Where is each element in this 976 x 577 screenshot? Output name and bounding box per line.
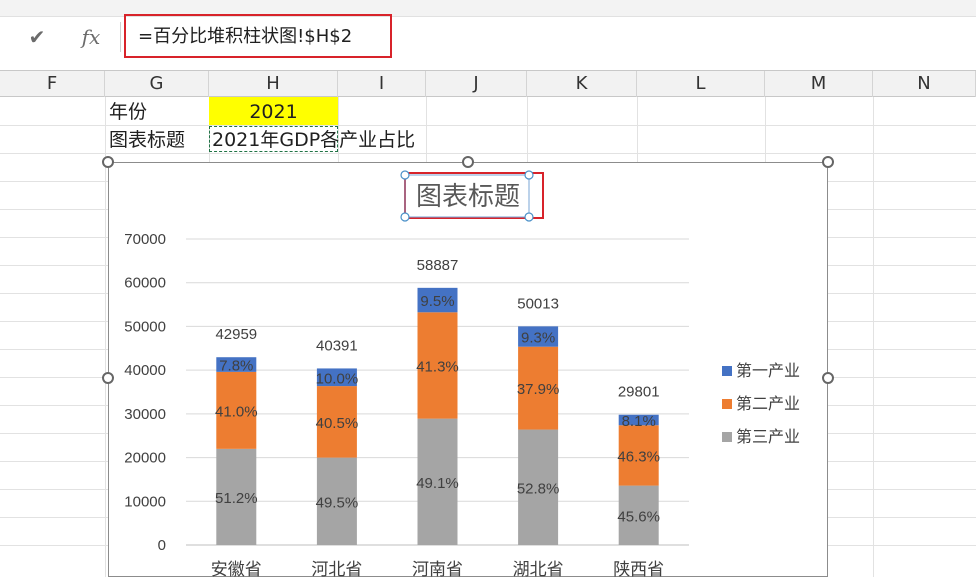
- data-label-secondary: 41.0%: [215, 403, 258, 420]
- data-label-tertiary: 49.1%: [416, 475, 459, 492]
- column-header-g[interactable]: G: [105, 71, 209, 97]
- data-label-secondary: 37.9%: [517, 381, 560, 398]
- data-label-primary: 10.0%: [316, 370, 359, 387]
- column-header-n[interactable]: N: [873, 71, 976, 97]
- resize-handle-top-left[interactable]: [102, 156, 114, 168]
- cell-g1[interactable]: 年份: [109, 98, 147, 126]
- resize-handle-left-middle[interactable]: [102, 372, 114, 384]
- y-tick-label: 20000: [124, 450, 166, 467]
- title-handle[interactable]: [524, 170, 534, 180]
- y-tick-label: 50000: [124, 318, 166, 335]
- formula-bar-divider: [120, 22, 121, 52]
- enter-check-icon[interactable]: ✔: [22, 22, 52, 52]
- insert-function-icon[interactable]: fx: [74, 22, 108, 52]
- column-header-l[interactable]: L: [637, 71, 765, 97]
- data-label-secondary: 41.3%: [416, 358, 459, 375]
- cell-h1[interactable]: 2021: [209, 98, 338, 126]
- y-tick-label: 70000: [124, 231, 166, 248]
- total-label: 58887: [417, 257, 459, 274]
- resize-handle-right-middle[interactable]: [822, 372, 834, 384]
- y-tick-label: 0: [158, 537, 166, 554]
- column-header-i[interactable]: I: [338, 71, 426, 97]
- data-label-tertiary: 45.6%: [617, 508, 660, 525]
- x-tick-label: 陕西省: [613, 560, 664, 577]
- x-tick-label: 湖北省: [513, 560, 564, 577]
- formula-bar: ✔ fx =百分比堆积柱状图!$H$2: [0, 0, 976, 62]
- chart-area[interactable]: 0 10000 20000 30000 40000 50000 60000 70000 51.2…: [108, 162, 828, 577]
- legend-swatch-primary: [722, 366, 732, 376]
- data-label-tertiary: 51.2%: [215, 490, 258, 507]
- total-label: 50013: [517, 295, 559, 312]
- total-label: 42959: [215, 326, 257, 343]
- title-handle[interactable]: [400, 212, 410, 222]
- column-headers: F G H I J K L M N: [0, 70, 976, 97]
- legend-label-secondary[interactable]: 第二产业: [736, 395, 800, 413]
- formula-input[interactable]: =百分比堆积柱状图!$H$2: [138, 22, 352, 52]
- data-label-tertiary: 52.8%: [517, 480, 560, 497]
- cell-g2[interactable]: 图表标题: [109, 126, 185, 154]
- legend-label-tertiary[interactable]: 第三产业: [736, 428, 800, 446]
- resize-handle-top-right[interactable]: [822, 156, 834, 168]
- column-header-j[interactable]: J: [426, 71, 527, 97]
- cell-h2[interactable]: 2021年GDP各产业占比: [212, 126, 415, 154]
- y-tick-label: 10000: [124, 493, 166, 510]
- data-label-primary: 7.8%: [219, 358, 253, 375]
- legend-label-primary[interactable]: 第一产业: [736, 362, 800, 380]
- column-header-m[interactable]: M: [765, 71, 873, 97]
- data-label-tertiary: 49.5%: [316, 494, 359, 511]
- legend-swatch-secondary: [722, 399, 732, 409]
- y-tick-label: 40000: [124, 362, 166, 379]
- x-tick-label: 河北省: [311, 560, 362, 577]
- data-label-primary: 8.1%: [622, 413, 656, 430]
- column-header-h[interactable]: H: [209, 71, 338, 97]
- data-label-primary: 9.5%: [420, 293, 454, 310]
- title-handle[interactable]: [524, 212, 534, 222]
- chart-title[interactable]: 图表标题: [416, 181, 520, 211]
- data-label-secondary: 40.5%: [316, 415, 359, 432]
- data-label-primary: 9.3%: [521, 330, 555, 347]
- legend-swatch-tertiary: [722, 432, 732, 442]
- y-tick-label: 30000: [124, 406, 166, 423]
- resize-handle-top-center[interactable]: [462, 156, 474, 168]
- x-tick-label: 安徽省: [211, 560, 262, 577]
- stacked-bar-chart[interactable]: 0 10000 20000 30000 40000 50000 60000 70000 51.2…: [109, 163, 827, 577]
- y-tick-label: 60000: [124, 275, 166, 292]
- column-header-f[interactable]: F: [0, 71, 105, 97]
- title-handle[interactable]: [400, 170, 410, 180]
- data-label-secondary: 46.3%: [617, 448, 660, 465]
- x-tick-label: 河南省: [412, 560, 463, 577]
- column-header-k[interactable]: K: [527, 71, 637, 97]
- total-label: 40391: [316, 337, 358, 354]
- total-label: 29801: [618, 384, 660, 401]
